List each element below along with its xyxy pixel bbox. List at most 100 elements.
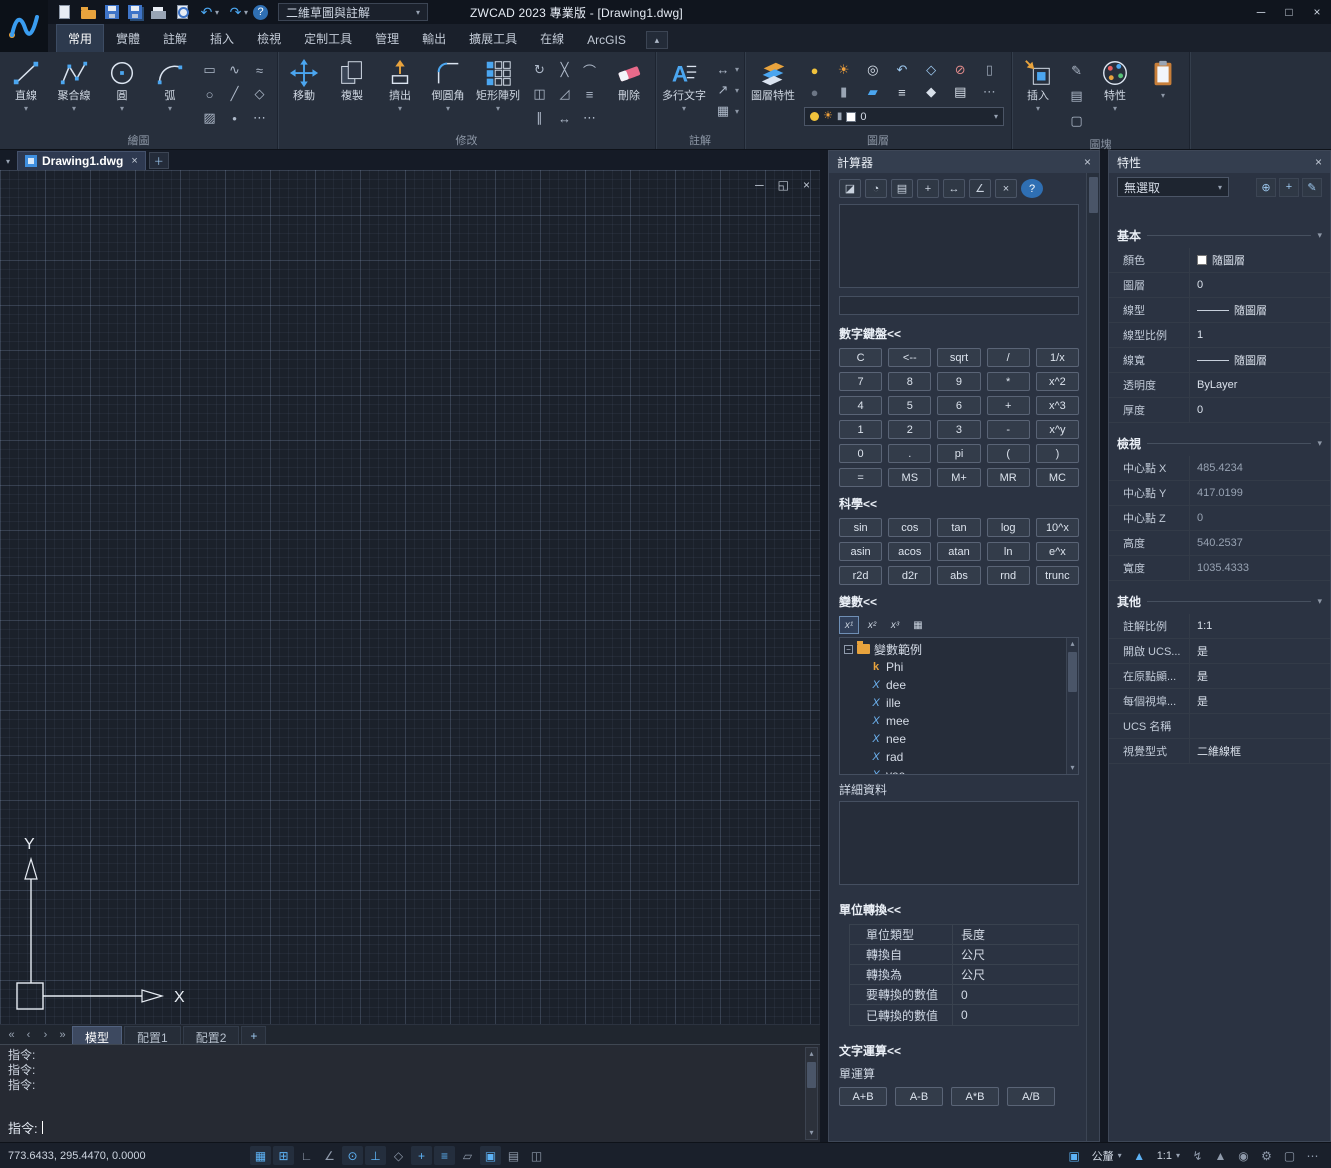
calc-key[interactable]: / — [987, 348, 1030, 367]
ribbon-tab[interactable]: 註解 — [152, 25, 198, 52]
property-value[interactable]: 是 — [1189, 639, 1330, 663]
scroll-down-icon[interactable]: ▾ — [809, 1127, 813, 1139]
calc-key[interactable]: 5 — [888, 396, 931, 415]
ortho-mode-icon[interactable]: ∟ — [296, 1146, 317, 1165]
minimize-button[interactable]: ─ — [1247, 1, 1275, 23]
more-modify-tools-icon[interactable]: ⋯ — [578, 107, 601, 129]
layer-delete-icon[interactable]: ⊘ — [949, 59, 972, 81]
save-as-button[interactable] — [127, 2, 143, 22]
chevron-down-icon[interactable]: ▾ — [398, 105, 402, 112]
layer-previous-icon[interactable]: ↶ — [890, 59, 913, 81]
property-value[interactable] — [1189, 714, 1330, 738]
new-tab-button[interactable]: ＋ — [149, 152, 169, 169]
text-op-button[interactable]: A+B — [839, 1087, 887, 1106]
offset-icon[interactable]: ∥ — [528, 107, 551, 129]
calc-key[interactable]: 1 — [839, 420, 882, 439]
lengthen-icon[interactable]: ↔ — [553, 107, 576, 129]
chevron-down-icon[interactable]: ▾ — [496, 105, 500, 112]
property-value[interactable]: 隨圖層 — [1189, 348, 1330, 372]
calc-key[interactable]: 2 — [888, 420, 931, 439]
calc-key[interactable]: ln — [987, 542, 1030, 561]
layer-properties-button[interactable]: 圖層特性 — [748, 54, 798, 103]
quick-select-icon[interactable]: ✎ — [1302, 178, 1322, 197]
drawing-canvas[interactable]: ─ ◱ × Y X — [0, 170, 820, 1024]
workspace-selector[interactable]: 二維草圖與註解 ▾ — [278, 3, 428, 21]
scrollbar-thumb[interactable] — [1089, 177, 1098, 213]
close-panel-icon[interactable]: × — [1315, 155, 1322, 169]
calc-key[interactable]: x^3 — [1036, 396, 1079, 415]
grid-display-icon[interactable]: ▦ — [250, 1146, 271, 1165]
spline-icon[interactable]: ∿ — [223, 59, 246, 81]
point-icon[interactable]: • — [223, 107, 246, 129]
rectangle-icon[interactable]: ▭ — [198, 59, 221, 81]
calc-key[interactable]: 1/x — [1036, 348, 1079, 367]
add-layout-button[interactable]: + — [241, 1026, 266, 1044]
maximize-button[interactable]: □ — [1275, 1, 1303, 23]
new-file-button[interactable] — [56, 2, 73, 22]
variable-item[interactable]: Xnee — [844, 730, 1064, 748]
extrude-button[interactable]: 擠出 ▾ — [377, 54, 423, 112]
more-layer-tools-icon[interactable]: ⋯ — [978, 81, 1001, 103]
property-value[interactable]: 0 — [1189, 506, 1330, 530]
undo-button[interactable]: ↶▾ — [198, 2, 220, 22]
unit-conversion-value[interactable]: 公尺 — [952, 965, 1078, 984]
plot-preview-button[interactable] — [174, 2, 191, 22]
calc-key[interactable]: abs — [937, 566, 980, 585]
calc-key[interactable]: 4 — [839, 396, 882, 415]
clipboard-button[interactable]: ▾ — [1140, 54, 1186, 99]
ribbon-tab[interactable]: ArcGIS — [576, 28, 637, 52]
ribbon-tab[interactable]: 插入 — [199, 25, 245, 52]
move-button[interactable]: 移動 — [281, 54, 327, 103]
fillet-button[interactable]: 倒圓角 ▾ — [425, 54, 471, 112]
scroll-down-icon[interactable]: ▾ — [1070, 762, 1074, 774]
calc-key[interactable]: M+ — [937, 468, 980, 487]
layer-states-icon[interactable]: ▤ — [949, 81, 972, 103]
settings-gear-icon[interactable]: ⚙ — [1256, 1146, 1277, 1165]
calc-key[interactable]: atan — [937, 542, 980, 561]
help-icon[interactable]: ? — [1021, 179, 1043, 198]
calc-key[interactable]: ) — [1036, 444, 1079, 463]
circle-button[interactable]: 圓 ▾ — [99, 54, 145, 112]
scrollbar-thumb[interactable] — [1068, 652, 1077, 692]
new-variable-icon[interactable]: x¹ — [839, 616, 859, 634]
ribbon-tab[interactable]: 實體 — [105, 25, 151, 52]
section-header[interactable]: 基本▾ — [1117, 227, 1322, 244]
details-box[interactable] — [839, 801, 1079, 885]
leader-button[interactable]: ↗▾ — [713, 81, 739, 99]
text-op-button[interactable]: A/B — [1007, 1087, 1055, 1106]
calc-key[interactable]: . — [888, 444, 931, 463]
dynamic-input-icon[interactable]: + — [411, 1146, 432, 1165]
variable-item[interactable]: Xvee — [844, 766, 1064, 775]
quick-properties-icon[interactable]: ▤ — [503, 1146, 524, 1165]
calculator-scrollbar[interactable] — [1086, 173, 1099, 1141]
construction-line-icon[interactable]: ╱ — [223, 83, 246, 105]
property-value[interactable]: 485.4234 — [1189, 456, 1330, 480]
property-value[interactable]: 1:1 — [1189, 614, 1330, 638]
isometric-drafting-icon[interactable]: ◫ — [526, 1146, 547, 1165]
more-draw-tools-icon[interactable]: ⋯ — [248, 107, 271, 129]
variables-section-label[interactable]: 變數<< — [839, 593, 1079, 610]
property-value[interactable]: 417.0199 — [1189, 481, 1330, 505]
snap-mode-icon[interactable]: ⊞ — [273, 1146, 294, 1165]
calc-key[interactable]: acos — [888, 542, 931, 561]
copy-button[interactable]: 複製 — [329, 54, 375, 103]
chevron-down-icon[interactable]: ▾ — [682, 105, 686, 112]
calculator-input[interactable] — [839, 296, 1079, 315]
chevron-down-icon[interactable]: ▾ — [120, 105, 124, 112]
calc-key[interactable]: 7 — [839, 372, 882, 391]
numpad-section-label[interactable]: 數字鍵盤<< — [839, 325, 1079, 342]
unit-conversion-section-label[interactable]: 單位轉換<< — [839, 901, 1079, 918]
ribbon-tab[interactable]: 擴展工具 — [458, 25, 528, 52]
layer-isolate-icon[interactable]: ◎ — [861, 59, 884, 81]
unit-conversion-value[interactable]: 公尺 — [952, 945, 1078, 964]
annotation-scale-dropdown[interactable]: 1:1 ▾ — [1157, 1150, 1180, 1162]
ribbon-collapse-icon[interactable]: ▴ — [646, 31, 668, 49]
collapse-icon[interactable]: ▾ — [1317, 596, 1322, 607]
polar-tracking-icon[interactable]: ∠ — [319, 1146, 340, 1165]
transparency-icon[interactable]: ▱ — [457, 1146, 478, 1165]
trim-icon[interactable]: ╳ — [553, 59, 576, 81]
calc-key[interactable]: log — [987, 518, 1030, 537]
calc-key[interactable]: sin — [839, 518, 882, 537]
chevron-down-icon[interactable]: ▾ — [1161, 92, 1165, 99]
clear-history-icon[interactable]: ◔ — [865, 179, 887, 198]
